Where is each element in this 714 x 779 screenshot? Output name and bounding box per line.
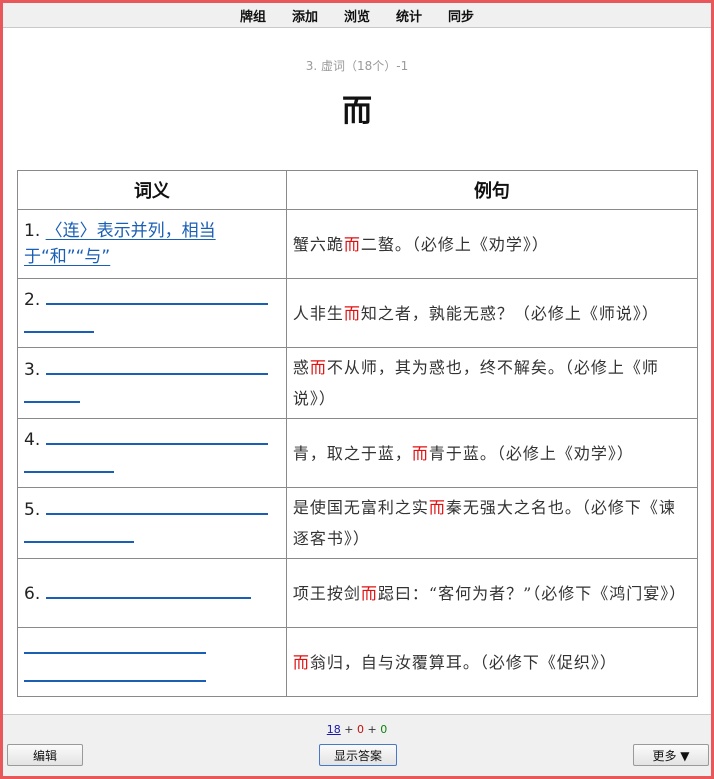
row-number: 4. — [24, 430, 41, 450]
example-text: 青，取之于蓝， — [292, 443, 412, 463]
answer-blank — [24, 523, 134, 543]
menu-add[interactable]: 添加 — [292, 6, 318, 25]
example-cell: 项王按剑而跽曰：“客何为者？”（必修下《鸿门宴》） — [285, 558, 699, 628]
table-row: 6. 项王按剑而跽曰：“客何为者？”（必修下《鸿门宴》） — [17, 558, 699, 628]
table-row: 3. 惑而不从师，其为惑也，终不解矣。（必修上《师说》） — [17, 347, 699, 419]
example-text: 二螯。（必修上《劝学》） — [360, 234, 549, 254]
count-due: 0 — [380, 723, 388, 736]
answer-blank — [24, 383, 80, 403]
answer-blank — [24, 662, 206, 682]
row-number: 2. — [24, 290, 41, 310]
menu-sync[interactable]: 同步 — [448, 6, 474, 25]
example-text: 翁归，自与汝覆算耳。（必修下《促织》） — [309, 652, 617, 672]
answer-blank — [45, 579, 251, 599]
edit-button[interactable]: 编辑 — [7, 744, 83, 766]
header-meaning: 词义 — [17, 170, 287, 210]
highlight-word: 而 — [428, 498, 446, 517]
answer-blank — [45, 425, 268, 445]
row-number: 3. — [24, 360, 41, 380]
highlight-word: 而 — [292, 652, 310, 672]
card-info: 3. 虚词（18个）-1 — [305, 59, 409, 73]
card-word: 而 — [342, 94, 372, 129]
answer-blank — [24, 453, 114, 473]
count-learn: 0 — [357, 723, 364, 736]
row-number: 6. — [24, 584, 41, 604]
menu-decks[interactable]: 牌组 — [240, 6, 266, 25]
bottom-toolbar: 18 + 0 + 0 编辑 显示答案 更多 ▼ — [3, 714, 711, 777]
highlight-word: 而 — [411, 443, 429, 463]
example-text: 惑 — [292, 358, 310, 377]
show-answer-button[interactable]: 显示答案 — [319, 744, 397, 766]
more-button[interactable]: 更多 ▼ — [633, 744, 709, 766]
meaning-cell: 3. — [17, 347, 287, 419]
meaning-cell: 4. — [17, 418, 287, 488]
count-separator: + — [344, 723, 354, 736]
example-cell: 青，取之于蓝，而青于蓝。（必修上《劝学》） — [285, 418, 699, 488]
example-cell: 蟹六跪而二螯。（必修上《劝学》） — [285, 209, 699, 279]
meaning-cell: 2. — [17, 278, 287, 348]
answer-blank — [24, 634, 206, 654]
example-cell: 而翁归，自与汝覆算耳。（必修下《促织》） — [285, 627, 699, 697]
highlight-word: 而 — [309, 358, 327, 377]
table-header-row: 词义 例句 — [17, 170, 699, 210]
table-row: 4. 青，取之于蓝，而青于蓝。（必修上《劝学》） — [17, 418, 699, 488]
highlight-word: 而 — [343, 234, 361, 254]
answer-blank — [24, 313, 94, 333]
example-text: 人非生 — [292, 303, 344, 323]
count-separator: + — [367, 723, 377, 736]
count-new: 18 — [326, 723, 341, 736]
highlight-word: 而 — [360, 583, 378, 603]
example-text: 蟹六跪 — [292, 234, 344, 254]
table-row: 5. 是使国无富利之实而秦无强大之名也。（必修下《谏逐客书》） — [17, 487, 699, 559]
answer-blank — [45, 495, 268, 515]
top-menu-bar: 牌组 添加 浏览 统计 同步 — [3, 3, 711, 28]
example-text: 青于蓝。（必修上《劝学》） — [428, 443, 634, 463]
example-text: 项王按剑 — [292, 583, 361, 603]
example-cell: 惑而不从师，其为惑也，终不解矣。（必修上《师说》） — [285, 347, 699, 419]
answer-text: 〈连〉表示并列，相当于“和”“与” — [24, 221, 216, 267]
example-cell: 人非生而知之者，孰能无惑？（必修上《师说》） — [285, 278, 699, 348]
table-row: 1. 〈连〉表示并列，相当于“和”“与” 蟹六跪而二螯。（必修上《劝学》） — [17, 209, 699, 279]
menu-stats[interactable]: 统计 — [396, 6, 422, 25]
table-row: 2. 人非生而知之者，孰能无惑？（必修上《师说》） — [17, 278, 699, 348]
header-example: 例句 — [285, 170, 699, 210]
example-text: 知之者，孰能无惑？（必修上《师说》） — [360, 303, 659, 323]
highlight-word: 而 — [343, 303, 361, 323]
meaning-cell: 6. — [17, 558, 287, 628]
example-text: 是使国无富利之实 — [292, 498, 429, 517]
card-counts: 18 + 0 + 0 — [3, 723, 711, 736]
table-row: 而翁归，自与汝覆算耳。（必修下《促织》） — [17, 627, 699, 697]
answer-blank — [45, 285, 268, 305]
example-cell: 是使国无富利之实而秦无强大之名也。（必修下《谏逐客书》） — [285, 487, 699, 559]
meaning-cell: 5. — [17, 487, 287, 559]
meaning-cell — [17, 627, 287, 697]
meaning-cell: 1. 〈连〉表示并列，相当于“和”“与” — [17, 209, 287, 279]
row-number: 5. — [24, 500, 41, 520]
row-number: 1. — [24, 221, 41, 241]
menu-browse[interactable]: 浏览 — [344, 6, 370, 25]
example-text: 跽曰：“客何为者？”（必修下《鸿门宴》） — [377, 583, 687, 603]
meaning-table: 词义 例句 1. 〈连〉表示并列，相当于“和”“与” 蟹六跪而二螯。（必修上《劝… — [17, 170, 699, 697]
example-text: 不从师，其为惑也，终不解矣。（必修上《师说》） — [292, 358, 659, 408]
answer-blank — [45, 355, 268, 375]
